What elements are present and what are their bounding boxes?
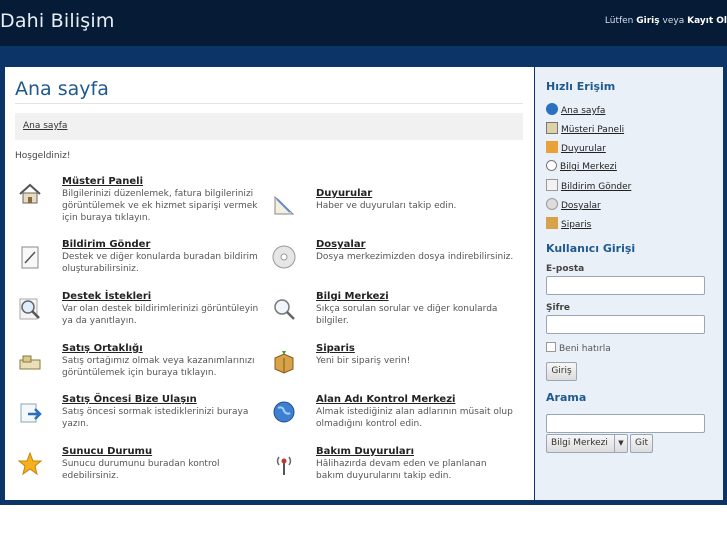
search-go-button[interactable]: Git [630, 434, 653, 453]
title-divider [15, 103, 523, 104]
chevron-down-icon: ▼ [614, 435, 627, 452]
quick-link-dosyalar[interactable]: Dosyalar [546, 198, 601, 211]
email-field[interactable] [546, 276, 705, 295]
quick-link-bilgi-merkezi[interactable]: Bilgi Merkezi [546, 160, 617, 172]
item-title[interactable]: Satış Öncesi Bize Ulaşın [62, 394, 197, 405]
antenna-icon [276, 456, 292, 475]
welcome-text: Hoşgeldiniz! [15, 151, 71, 161]
money-icon [19, 355, 41, 370]
folder-icon [546, 141, 558, 153]
globe-icon [273, 401, 295, 423]
login-prefix: Lütfen [604, 16, 634, 26]
search-title: Arama [546, 391, 587, 404]
disc-icon [546, 198, 558, 210]
item-title[interactable]: Bilgi Merkezi [316, 291, 389, 302]
house-icon [546, 122, 558, 134]
home-icon [19, 183, 41, 204]
package-icon [546, 217, 558, 229]
item-title[interactable]: Sunucu Durumu [62, 446, 152, 457]
package-icon [274, 351, 294, 374]
item-desc: Haber ve duyuruları takip edin. [316, 201, 457, 211]
item-desc: Sunucu durumunu buradan kontrol edebilir… [62, 459, 220, 481]
item-title[interactable]: Satış Ortaklığı [62, 343, 143, 354]
magnifier-icon [19, 298, 40, 320]
magnifier-icon [546, 160, 557, 171]
breadcrumb-home[interactable]: Ana sayfa [23, 121, 67, 131]
item-title[interactable]: Bakım Duyuruları [316, 446, 414, 457]
item-desc: Yeni bir sipariş verin! [316, 356, 411, 366]
star-icon [17, 451, 43, 476]
announcement-icon [274, 195, 295, 215]
brand-title[interactable]: Dahi Bilişim [0, 10, 115, 32]
ticket-icon [21, 246, 39, 269]
item-desc: Dosya merkezimizden dosya indirebilirsin… [316, 252, 514, 262]
item-desc: Destek ve diğer konularda buradan bildir… [62, 252, 258, 274]
item-title[interactable]: Alan Adı Kontrol Merkezi [316, 394, 455, 405]
quick-link-siparis[interactable]: Siparis [546, 217, 591, 230]
item-title[interactable]: Müsteri Paneli [62, 176, 143, 187]
disc-icon [272, 245, 296, 269]
item-title[interactable]: Siparis [316, 343, 355, 354]
quick-access-title: Hızlı Erişim [546, 80, 616, 93]
search-scope-select[interactable]: Bilgi Merkezi ▼ [546, 434, 628, 453]
password-field[interactable] [546, 315, 705, 334]
note-icon [546, 179, 558, 191]
login-title: Kullanıcı Girişi [546, 242, 636, 255]
remember-checkbox[interactable] [546, 342, 556, 352]
quick-link-musteri-paneli[interactable]: Müsteri Paneli [546, 122, 624, 135]
nav-bar [0, 46, 727, 64]
breadcrumb: Ana sayfa [15, 113, 523, 140]
page-title: Ana sayfa [15, 78, 109, 100]
item-desc: Var olan destek bildirimlerinizi görüntü… [62, 304, 259, 326]
item-desc: Satış öncesi sormak istediklerinizi bura… [62, 407, 249, 429]
quick-link-ana-sayfa[interactable]: Ana sayfa [546, 103, 605, 116]
home-globe-icon [546, 103, 558, 115]
quick-link-bildirim-gonder[interactable]: Bildirim Gönder [546, 179, 631, 192]
item-desc: Satış ortağımız olmak veya kazanımlarını… [62, 356, 255, 378]
item-desc: Hâlihazırda devam eden ve planlanan bakı… [316, 459, 487, 481]
email-label: E-posta [546, 264, 585, 274]
item-title[interactable]: Duyurular [316, 188, 372, 199]
item-desc: Almak istediğiniz alan adlarının müsait … [316, 407, 513, 429]
item-title[interactable]: Destek İstekleri [62, 291, 151, 302]
top-header: Dahi Bilişim Lütfen Giriş veya Kayıt Ol [0, 0, 727, 46]
login-mid: veya [662, 16, 685, 26]
forward-icon [20, 403, 42, 423]
password-label: Şifre [546, 303, 571, 313]
item-desc: Bilgilerinizi düzenlemek, fatura bilgile… [62, 189, 258, 223]
login-link[interactable]: Giriş [636, 16, 659, 26]
item-title[interactable]: Dosyalar [316, 239, 366, 250]
item-title[interactable]: Bildirim Gönder [62, 239, 150, 250]
search-icon [274, 299, 295, 320]
login-prompt: Lütfen Giriş veya Kayıt Ol [605, 16, 727, 26]
login-button[interactable]: Giriş [546, 362, 577, 381]
item-desc: Sıkça sorulan sorular ve diğer konularda… [316, 304, 498, 326]
register-link[interactable]: Kayıt Ol [687, 16, 727, 26]
remember-me[interactable]: Beni hatırla [546, 342, 611, 354]
quick-link-duyurular[interactable]: Duyurular [546, 141, 606, 154]
search-input[interactable] [546, 414, 705, 433]
search-scope-value: Bilgi Merkezi [551, 438, 608, 448]
